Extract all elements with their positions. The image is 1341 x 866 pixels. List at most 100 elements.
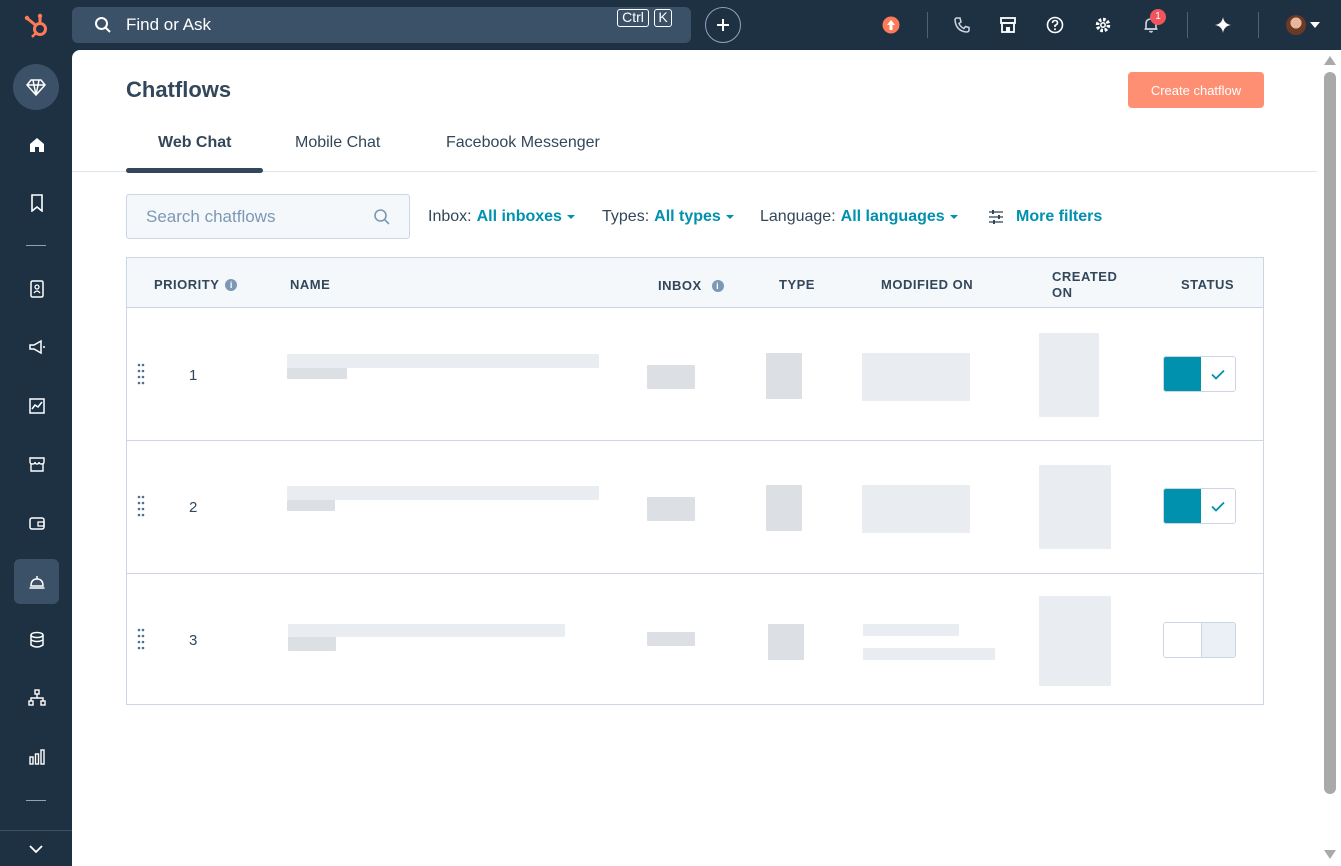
drag-handle-icon[interactable] [137, 627, 145, 653]
more-filters-label: More filters [1016, 208, 1103, 225]
hubspot-logo-icon[interactable] [22, 10, 52, 40]
search-icon [374, 209, 390, 225]
sidebar-item-home[interactable] [14, 122, 59, 167]
drag-handle-icon[interactable] [137, 362, 145, 388]
toggle-off-state [1164, 623, 1201, 657]
status-toggle[interactable] [1163, 622, 1236, 658]
sidebar-collapse-button[interactable] [0, 830, 72, 866]
sidebar-item-contacts[interactable] [14, 266, 59, 311]
redacted-type [768, 624, 804, 660]
redacted-name [288, 637, 336, 651]
column-header-type[interactable]: TYPE [779, 277, 815, 293]
redacted-modified-on [862, 353, 970, 401]
column-header-name[interactable]: NAME [290, 277, 330, 293]
inbox-filter[interactable]: Inbox: All inboxes [428, 208, 575, 226]
column-header-created-on[interactable]: CREATED ON [1052, 269, 1130, 301]
more-filters-button[interactable]: More filters [988, 208, 1102, 226]
redacted-type [766, 353, 802, 399]
contacts-icon [29, 279, 44, 298]
column-header-status[interactable]: STATUS [1181, 277, 1234, 293]
search-chatflows-placeholder: Search chatflows [146, 206, 276, 226]
search-chatflows-input[interactable]: Search chatflows [126, 194, 410, 239]
settings-button[interactable] [1091, 13, 1115, 37]
megaphone-icon [28, 339, 45, 354]
sidebar-item-upgrade[interactable] [13, 64, 59, 110]
redacted-created-on [1039, 333, 1099, 417]
topbar-divider [1258, 12, 1259, 38]
table-row[interactable]: 1 [127, 309, 1263, 441]
bookmark-icon [30, 193, 43, 212]
status-toggle[interactable] [1163, 488, 1236, 524]
wallet-icon [28, 516, 45, 530]
global-search-bar[interactable]: Find or Ask [72, 7, 691, 43]
main-content: Chatflows Create chatflow Web Chat Mobil… [72, 50, 1341, 866]
scroll-up-arrow[interactable] [1324, 56, 1336, 65]
sidebar-item-automation[interactable] [14, 675, 59, 720]
top-navigation-bar: Find or Ask Ctrl K 1 [0, 0, 1341, 50]
tab-web-chat[interactable]: Web Chat [158, 134, 231, 152]
sidebar-item-analytics[interactable] [14, 734, 59, 779]
drag-handle-icon[interactable] [137, 494, 145, 520]
priority-value: 2 [189, 499, 198, 516]
redacted-modified-on [863, 648, 995, 660]
column-header-inbox-label: INBOX [658, 278, 702, 293]
chevron-down-icon[interactable] [1310, 22, 1320, 28]
notification-count-badge: 1 [1150, 9, 1166, 25]
calling-button[interactable] [950, 13, 974, 37]
global-search-placeholder: Find or Ask [126, 15, 212, 34]
left-sidebar [0, 50, 72, 866]
types-filter-label: Types: [602, 208, 650, 225]
tab-facebook-messenger[interactable]: Facebook Messenger [446, 134, 600, 152]
redacted-inbox [647, 365, 695, 389]
user-avatar[interactable] [1286, 15, 1306, 35]
create-new-button[interactable] [705, 7, 741, 43]
topbar-divider [927, 12, 928, 38]
redacted-inbox [647, 632, 695, 646]
help-button[interactable] [1043, 13, 1067, 37]
sidebar-item-payments[interactable] [14, 500, 59, 545]
create-chatflow-button[interactable]: Create chatflow [1128, 72, 1264, 108]
caret-down-icon [949, 214, 958, 219]
sidebar-item-marketing[interactable] [14, 324, 59, 369]
shortcut-key-k: K [654, 9, 672, 27]
info-icon[interactable]: i [711, 280, 724, 292]
active-tab-indicator [126, 168, 263, 173]
redacted-created-on [1039, 596, 1111, 686]
redacted-name [287, 500, 335, 511]
redacted-type [766, 485, 802, 531]
scroll-down-arrow[interactable] [1324, 850, 1336, 859]
search-icon [95, 17, 111, 33]
language-filter[interactable]: Language: All languages [760, 208, 958, 226]
help-question-icon [1046, 16, 1064, 34]
priority-value: 1 [189, 367, 198, 384]
upgrade-arrow-icon [882, 16, 900, 34]
scrollbar-thumb[interactable] [1324, 72, 1336, 794]
redacted-name [287, 486, 599, 500]
table-row[interactable]: 3 [127, 574, 1263, 704]
toggle-on-state [1164, 357, 1201, 391]
sidebar-item-commerce[interactable] [14, 441, 59, 486]
redacted-modified-on [862, 485, 970, 533]
column-header-modified-on[interactable]: MODIFIED ON [881, 277, 973, 293]
org-chart-icon [27, 688, 46, 706]
tab-mobile-chat[interactable]: Mobile Chat [295, 134, 380, 152]
info-icon[interactable]: i [225, 279, 238, 291]
sidebar-item-service[interactable] [14, 559, 59, 604]
marketplace-button[interactable] [996, 13, 1020, 37]
table-row[interactable]: 2 [127, 441, 1263, 574]
redacted-name [287, 368, 347, 379]
column-header-priority[interactable]: PRIORITY i [154, 277, 238, 293]
status-toggle[interactable] [1163, 356, 1236, 392]
table-header: PRIORITY i NAME INBOX i TYPE MODIFIED ON C… [127, 258, 1263, 308]
language-filter-label: Language: [760, 208, 836, 225]
sidebar-item-data[interactable] [14, 617, 59, 662]
ai-assistant-button[interactable] [1211, 13, 1235, 37]
types-filter[interactable]: Types: All types [602, 208, 734, 226]
column-header-inbox[interactable]: INBOX i [658, 278, 724, 294]
sidebar-item-reports[interactable] [14, 383, 59, 428]
sidebar-item-bookmarks[interactable] [14, 180, 59, 225]
sparkle-icon [1215, 17, 1231, 33]
column-header-priority-label: PRIORITY [154, 277, 220, 292]
inbox-filter-value: All inboxes [476, 208, 562, 225]
upgrade-button[interactable] [879, 13, 903, 37]
